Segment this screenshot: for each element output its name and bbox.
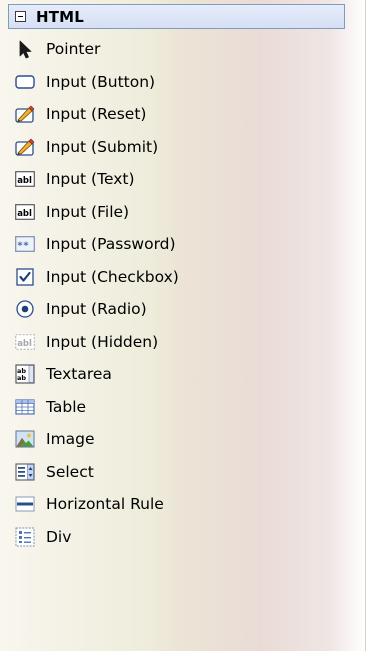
toolbox-item-label: Input (Password) xyxy=(46,235,176,254)
select-icon xyxy=(15,462,35,482)
horizontal-rule-icon xyxy=(15,494,35,514)
image-icon xyxy=(15,429,35,449)
toolbox-item-input-password[interactable]: ** Input (Password) xyxy=(0,228,366,261)
collapse-icon[interactable] xyxy=(15,11,26,22)
toolbox-item-div[interactable]: Div xyxy=(0,521,366,554)
toolbox-item-input-submit[interactable]: Input (Submit) xyxy=(0,131,366,164)
toolbox-item-label: Input (Submit) xyxy=(46,137,159,156)
toolbox-item-horizontal-rule[interactable]: Horizontal Rule xyxy=(0,488,366,521)
svg-text:abl: abl xyxy=(17,339,32,349)
submit-icon xyxy=(15,137,35,157)
toolbox-item-pointer[interactable]: Pointer xyxy=(0,33,366,66)
toolbox-item-label: Input (Checkbox) xyxy=(46,267,179,286)
toolbox-item-image[interactable]: Image xyxy=(0,423,366,456)
toolbox-item-label: Div xyxy=(46,527,72,546)
hidden-input-icon: abl xyxy=(15,332,35,352)
button-icon xyxy=(15,72,35,92)
toolbox-item-input-text[interactable]: abl Input (Text) xyxy=(0,163,366,196)
radio-icon xyxy=(15,299,35,319)
file-input-icon: abl xyxy=(15,202,35,222)
toolbox-panel: HTML Pointer Input (Button) Input (Reset… xyxy=(0,0,366,651)
textbox-icon: abl xyxy=(15,169,35,189)
toolbox-item-input-hidden[interactable]: abl Input (Hidden) xyxy=(0,326,366,359)
checkbox-icon xyxy=(15,267,35,287)
toolbox-item-label: Select xyxy=(46,462,94,481)
toolbox-tab-html[interactable]: HTML xyxy=(8,4,345,29)
toolbox-item-label: Horizontal Rule xyxy=(46,495,164,514)
svg-text:abl: abl xyxy=(17,176,32,186)
toolbox-item-table[interactable]: Table xyxy=(0,391,366,424)
toolbox-item-label: Pointer xyxy=(46,40,101,59)
toolbox-item-input-file[interactable]: abl Input (File) xyxy=(0,196,366,229)
svg-text:ab: ab xyxy=(17,374,26,382)
toolbox-item-textarea[interactable]: ab ab Textarea xyxy=(0,358,366,391)
toolbox-item-label: Input (File) xyxy=(46,202,130,221)
toolbox-item-input-button[interactable]: Input (Button) xyxy=(0,66,366,99)
password-icon: ** xyxy=(15,234,35,254)
toolbox-item-label: Textarea xyxy=(46,365,112,384)
toolbox-item-select[interactable]: Select xyxy=(0,456,366,489)
toolbox-item-input-checkbox[interactable]: Input (Checkbox) xyxy=(0,261,366,294)
toolbox-item-label: Image xyxy=(46,430,95,449)
toolbox-item-label: Input (Text) xyxy=(46,170,135,189)
reset-icon xyxy=(15,104,35,124)
toolbox-item-input-radio[interactable]: Input (Radio) xyxy=(0,293,366,326)
toolbox-item-label: Input (Radio) xyxy=(46,300,147,319)
svg-text:**: ** xyxy=(17,241,29,252)
textarea-icon: ab ab xyxy=(15,364,35,384)
toolbox-item-input-reset[interactable]: Input (Reset) xyxy=(0,98,366,131)
table-icon xyxy=(15,397,35,417)
svg-text:abl: abl xyxy=(17,209,32,219)
toolbox-item-label: Input (Reset) xyxy=(46,105,147,124)
toolbox-item-label: Input (Hidden) xyxy=(46,332,159,351)
toolbox-item-label: Table xyxy=(46,397,87,416)
div-icon xyxy=(15,527,35,547)
toolbox-item-list: Pointer Input (Button) Input (Reset) Inp… xyxy=(0,33,366,553)
pointer-icon xyxy=(15,39,35,59)
toolbox-item-label: Input (Button) xyxy=(46,72,156,91)
toolbox-tab-title: HTML xyxy=(36,7,85,26)
